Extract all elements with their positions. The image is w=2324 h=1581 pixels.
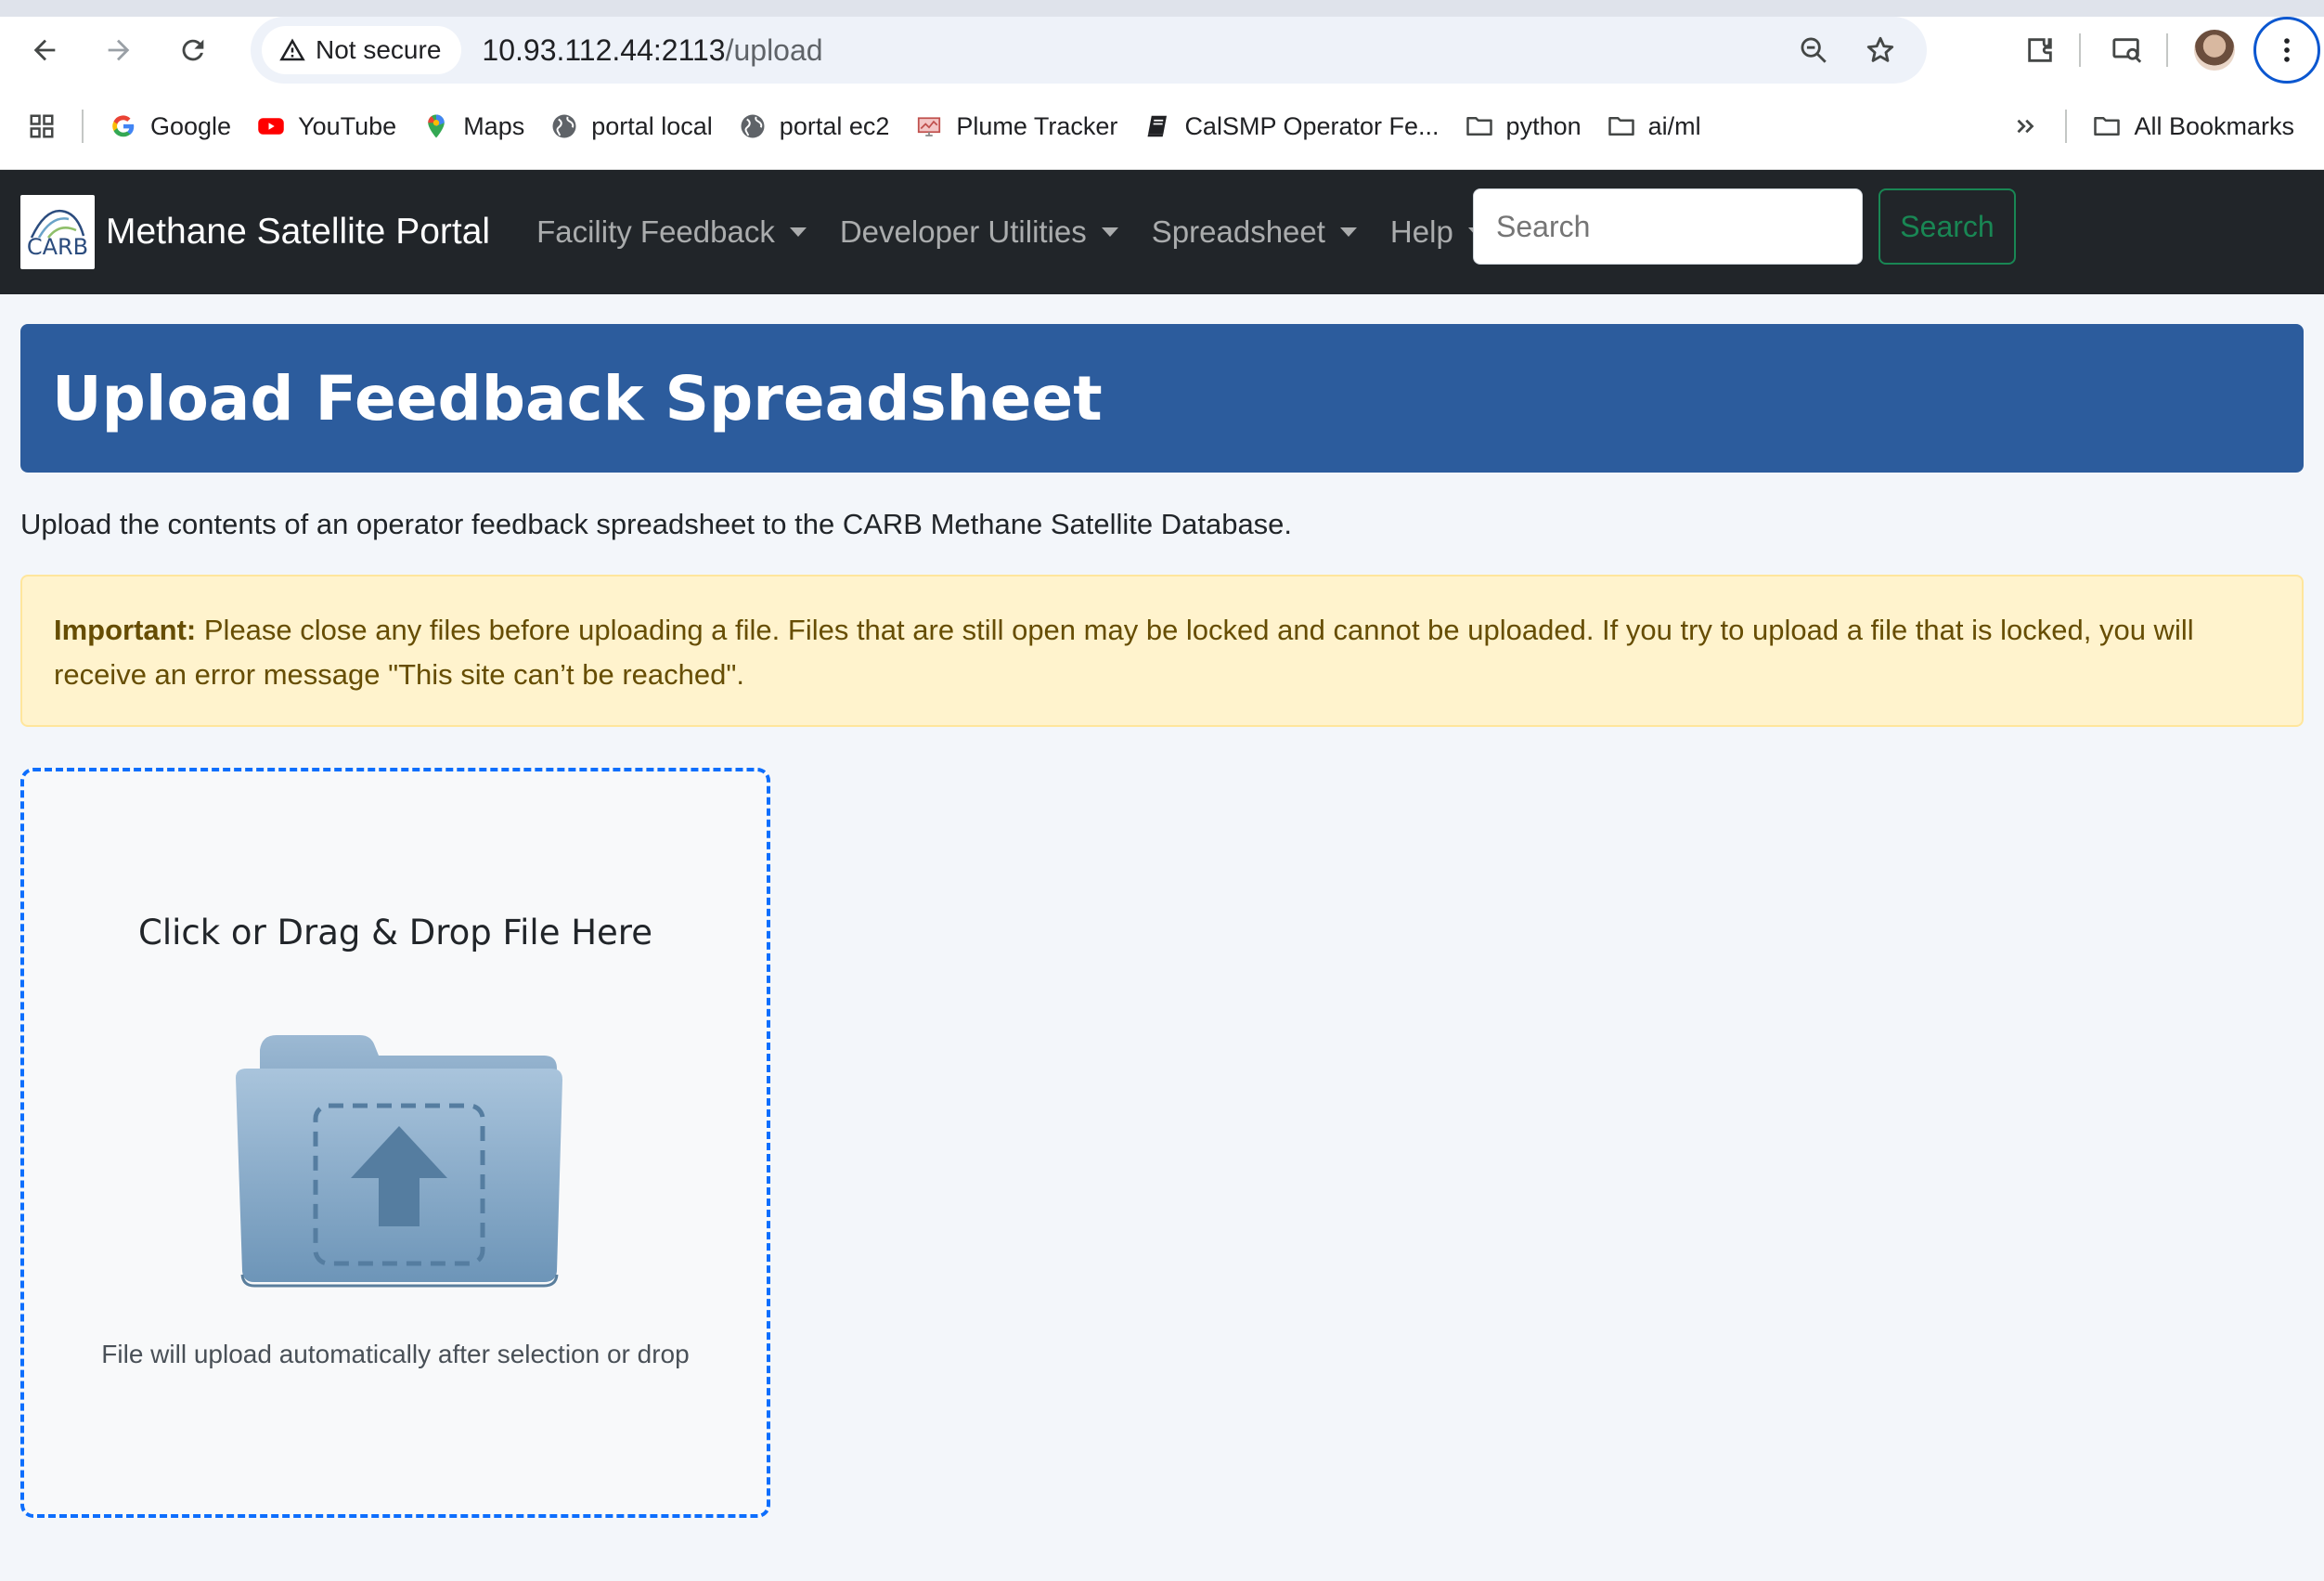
bookmark-star-button[interactable] (1856, 26, 1904, 74)
bookmark-label: CalSMP Operator Fe... (1184, 111, 1440, 140)
youtube-icon (258, 118, 284, 135)
folder-icon (1607, 117, 1634, 136)
page-title-banner: Upload Feedback Spreadsheet (20, 324, 2304, 473)
url-host: 10.93.112.44:2113 (482, 32, 726, 67)
browser-toolbar: Not secure 10.93.112.44:2113/upload (0, 17, 2324, 84)
security-label: Not secure (316, 35, 442, 64)
nav-developer-utilities[interactable]: Developer Utilities (823, 214, 1135, 250)
bookmarks-divider (2065, 110, 2068, 143)
tab-search-button[interactable] (2098, 20, 2157, 80)
maps-icon (428, 114, 445, 138)
star-icon (1866, 36, 1894, 62)
page-title: Upload Feedback Spreadsheet (52, 362, 1103, 434)
nav-label: Spreadsheet (1151, 214, 1325, 249)
bookmark-calsmp[interactable]: CalSMP Operator Fe... (1130, 100, 1452, 152)
nav-label: Developer Utilities (839, 214, 1087, 249)
warning-alert: Important: Please close any files before… (20, 575, 2304, 727)
arrow-right-icon (108, 39, 130, 61)
forward-button[interactable] (89, 20, 148, 80)
arrow-left-icon (33, 39, 56, 61)
file-dropzone[interactable]: Click or Drag & Drop File Here File will… (20, 768, 770, 1518)
apps-grid-icon (30, 114, 54, 138)
dropzone-title: Click or Drag & Drop File Here (138, 913, 652, 952)
reload-button[interactable] (163, 20, 223, 80)
plume-tracker-icon (918, 117, 941, 136)
google-icon (112, 115, 135, 137)
back-button[interactable] (15, 20, 74, 80)
folder-upload-icon (236, 1035, 562, 1288)
folder-icon (1465, 117, 1492, 136)
bookmark-plume-tracker[interactable]: Plume Tracker (902, 100, 1130, 152)
bookmark-label: portal ec2 (779, 111, 890, 140)
address-bar[interactable]: Not secure 10.93.112.44:2113/upload (251, 17, 1927, 84)
nav-facility-feedback[interactable]: Facility Feedback (520, 214, 823, 250)
caret-down-icon (1101, 227, 1118, 237)
brand-title[interactable]: Methane Satellite Portal (106, 212, 490, 253)
warning-icon (279, 38, 305, 61)
main-content: Upload Feedback Spreadsheet Upload the c… (0, 324, 2324, 1518)
toolbar-divider (2079, 33, 2081, 67)
bookmark-label: YouTube (298, 111, 397, 140)
search-input[interactable] (1473, 188, 1863, 265)
zoom-out-icon (1801, 37, 1827, 63)
screen-search-icon (2112, 38, 2142, 63)
bookmark-portal-local[interactable]: portal local (537, 100, 726, 152)
dropzone-hint: File will upload automatically after sel… (101, 1340, 690, 1368)
folder-icon (2094, 117, 2121, 136)
nav-spreadsheet[interactable]: Spreadsheet (1135, 214, 1374, 250)
page-description: Upload the contents of an operator feedb… (20, 508, 1293, 540)
bookmark-label: Plume Tracker (956, 111, 1118, 140)
bookmark-label: portal local (591, 111, 713, 140)
alert-text: Please close any files before uploading … (54, 614, 2194, 691)
bookmark-google[interactable]: Google (97, 100, 244, 152)
caret-down-icon (1339, 227, 1357, 237)
zoom-button[interactable] (1789, 26, 1838, 74)
tab-strip (0, 0, 2324, 17)
nav-label: Help (1389, 214, 1453, 249)
url-path: /upload (725, 32, 823, 67)
apps-button[interactable] (0, 100, 69, 152)
bookmark-label: python (1505, 111, 1582, 140)
bookmarks-divider (82, 110, 84, 143)
bookmark-label: Maps (463, 111, 525, 140)
bookmarks-bar: Google YouTube Maps portal local portal … (0, 84, 2324, 170)
nav-links: Facility Feedback Developer Utilities Sp… (520, 214, 1502, 250)
bookmark-label: Google (150, 111, 232, 140)
alert-strong: Important: (54, 614, 197, 646)
carb-logo[interactable]: CARB (20, 195, 95, 269)
nav-label: Facility Feedback (536, 214, 775, 249)
carb-arc-icon (30, 209, 85, 239)
puzzle-icon (2028, 38, 2052, 62)
bookmark-portal-ec2[interactable]: portal ec2 (726, 100, 903, 152)
profile-button[interactable] (2185, 20, 2244, 80)
chevron-double-right-icon (2017, 119, 2034, 134)
extensions-button[interactable] (2010, 20, 2070, 80)
book-icon (1147, 115, 1168, 137)
all-bookmarks-button[interactable]: All Bookmarks (2080, 100, 2307, 152)
bookmark-maps[interactable]: Maps (409, 100, 537, 152)
site-navbar: CARB Methane Satellite Portal Facility F… (0, 170, 2324, 294)
more-bookmarks-button[interactable] (1998, 100, 2052, 152)
url-text: 10.93.112.44:2113/upload (482, 33, 822, 68)
reload-icon (182, 39, 204, 61)
caret-down-icon (789, 227, 807, 237)
browser-menu-button[interactable] (2253, 17, 2320, 84)
search-button[interactable]: Search (1879, 188, 2016, 265)
all-bookmarks-label: All Bookmarks (2134, 111, 2294, 140)
more-vert-icon (2284, 38, 2290, 62)
globe-icon (552, 114, 576, 138)
bookmark-youtube[interactable]: YouTube (244, 100, 409, 152)
bookmark-folder-python[interactable]: python (1452, 100, 1595, 152)
bookmark-folder-aiml[interactable]: ai/ml (1595, 100, 1714, 152)
bookmark-label: ai/ml (1647, 111, 1701, 140)
toolbar-divider (2166, 33, 2168, 67)
avatar (2194, 30, 2235, 71)
security-chip[interactable]: Not secure (262, 26, 462, 74)
globe-icon (741, 114, 765, 138)
